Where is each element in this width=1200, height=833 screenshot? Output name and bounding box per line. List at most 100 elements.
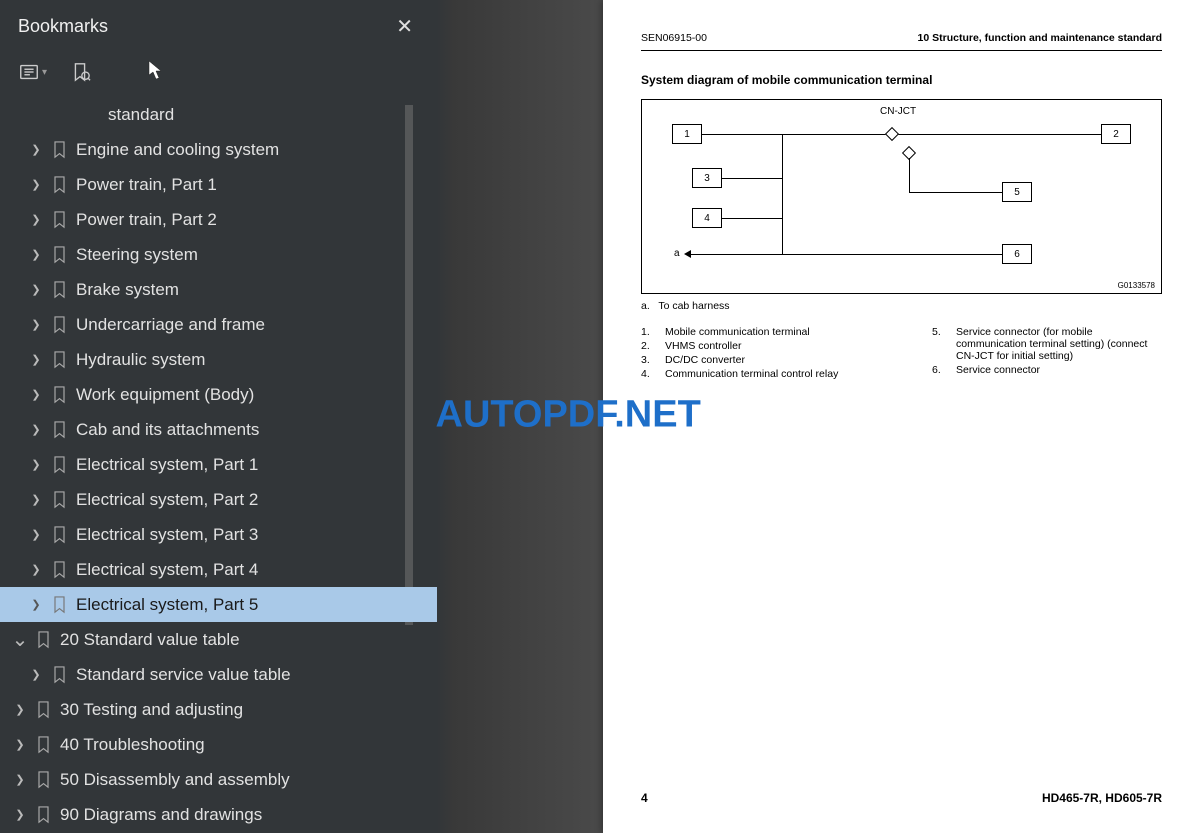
bookmark-item[interactable]: ❯ 30 Testing and adjusting [0,692,437,727]
bookmark-label: 30 Testing and adjusting [60,700,243,720]
bookmark-ribbon-icon [32,771,54,789]
bookmark-item[interactable]: ❯ 50 Disassembly and assembly [0,762,437,797]
bookmark-label: standard [108,105,174,125]
chevron-right-icon[interactable]: ❯ [24,283,48,296]
legend-num: 1. [641,326,655,338]
chevron-right-icon[interactable]: ❯ [24,388,48,401]
bookmark-label: Electrical system, Part 5 [76,595,258,615]
diagram-wire [702,134,1102,135]
legend-left: 1.Mobile communication terminal 2. VHMS co… [641,326,838,380]
system-diagram: CN-JCT 1 2 3 4 5 6 a G0133578 [641,99,1162,294]
chevron-right-icon[interactable]: ❯ [24,563,48,576]
bookmark-item[interactable]: ⌄20 Standard value table [0,622,437,657]
bookmark-label: Standard service value table [76,665,291,685]
bookmark-item[interactable]: ❯ Electrical system, Part 2 [0,482,437,517]
bookmark-item[interactable]: ❯Steering system [0,237,437,272]
options-menu-icon[interactable]: ▾ [18,61,47,83]
bookmark-item[interactable]: ❯Power train, Part 1 [0,167,437,202]
bookmark-item[interactable]: ❯ Engine and cooling system [0,132,437,167]
chevron-right-icon[interactable]: ❯ [24,178,48,191]
chevron-right-icon[interactable]: ❯ [24,143,48,156]
bookmark-ribbon-icon [48,246,70,264]
legend-num: 2. [641,340,655,352]
bookmark-item[interactable]: ❯ Electrical system, Part 5 [0,587,437,622]
sidebar-header: Bookmarks ✕ [0,0,437,51]
chevron-right-icon[interactable]: ❯ [24,353,48,366]
bookmark-tree[interactable]: standard ❯ Engine and cooling system ❯Power… [0,97,437,833]
page-number: 4 [641,791,648,805]
bookmark-item[interactable]: ❯ Electrical system, Part 4 [0,552,437,587]
chevron-right-icon[interactable]: ❯ [24,528,48,541]
pdf-page: SEN06915-00 10 Structure, function and m… [603,0,1200,833]
chevron-right-icon[interactable]: ❯ [24,213,48,226]
chevron-right-icon[interactable]: ❯ [8,738,32,751]
bookmark-ribbon-icon [48,421,70,439]
bookmark-label: Electrical system, Part 3 [76,525,258,545]
diagram-box-4: 4 [692,208,722,228]
page-footer: 4 HD465-7R, HD605-7R [641,791,1162,805]
chevron-right-icon[interactable]: ❯ [8,808,32,821]
legend-row: 6.Service connector [932,364,1162,376]
legend-text: Communication terminal control relay [665,368,838,380]
diagram-note: a. To cab harness [641,300,1162,312]
header-rule [641,50,1162,51]
bookmark-label: Electrical system, Part 4 [76,560,258,580]
bookmark-label: Electrical system, Part 2 [76,490,258,510]
diagram-box-3: 3 [692,168,722,188]
diagram-box-6: 6 [1002,244,1032,264]
bookmark-item[interactable]: ❯ Cab and its attachments [0,412,437,447]
diagram-wire [909,192,1002,193]
bookmark-label: Engine and cooling system [76,140,279,160]
diagram-box-5: 5 [1002,182,1032,202]
bookmark-ribbon-icon [32,736,54,754]
legend-text: VHMS controller [665,340,741,352]
diagram-wire [909,158,910,193]
chevron-right-icon[interactable]: ❯ [8,703,32,716]
bookmark-item[interactable]: ❯ Electrical system, Part 1 [0,447,437,482]
chevron-right-icon[interactable]: ❯ [24,493,48,506]
bookmark-ribbon-icon [48,491,70,509]
bookmark-item[interactable]: ❯ 90 Diagrams and drawings [0,797,437,832]
bookmark-ribbon-icon [48,176,70,194]
bookmark-ribbon-icon [48,141,70,159]
chevron-right-icon[interactable]: ❯ [24,458,48,471]
bookmark-item[interactable]: ❯Hydraulic system [0,342,437,377]
bookmark-label: Cab and its attachments [76,420,259,440]
diagram-wire [690,254,1002,255]
connector-label: CN-JCT [880,106,916,117]
bookmark-item[interactable]: ❯Brake system [0,272,437,307]
chevron-right-icon[interactable]: ❯ [24,318,48,331]
bookmark-item[interactable]: ❯Undercarriage and frame [0,307,437,342]
page-gutter [437,0,603,833]
find-bookmark-icon[interactable] [69,61,91,83]
legend-row: 3.DC/DC converter [641,354,838,366]
chevron-right-icon[interactable]: ❯ [24,668,48,681]
bookmark-item[interactable]: ❯Work equipment (Body) [0,377,437,412]
note-a-marker: a [674,248,680,259]
bookmark-label: 90 Diagrams and drawings [60,805,262,825]
bookmarks-sidebar: Bookmarks ✕ ▾ standard ❯ Engine and coolin… [0,0,437,833]
bookmark-item[interactable]: standard [0,97,437,132]
legend-num: 3. [641,354,655,366]
diagram-wire [722,178,782,179]
chevron-right-icon[interactable]: ❯ [24,423,48,436]
legend-num: 6. [932,364,946,376]
legend-row: 2. VHMS controller [641,340,838,352]
chevron-down-icon[interactable]: ⌄ [8,635,32,645]
bookmark-label: 50 Disassembly and assembly [60,770,290,790]
legend-row: 1.Mobile communication terminal [641,326,838,338]
chevron-right-icon[interactable]: ❯ [8,773,32,786]
bookmark-label: Electrical system, Part 1 [76,455,258,475]
bookmark-item[interactable]: ❯Power train, Part 2 [0,202,437,237]
diagram-wire [722,218,782,219]
close-icon[interactable]: ✕ [390,12,419,41]
bookmark-ribbon-icon [48,351,70,369]
chevron-down-icon: ▾ [42,67,47,78]
bookmark-item[interactable]: ❯ Standard service value table [0,657,437,692]
bookmark-item[interactable]: ❯40 Troubleshooting [0,727,437,762]
bookmark-ribbon-icon [32,701,54,719]
page-header: SEN06915-00 10 Structure, function and m… [641,32,1162,48]
chevron-right-icon[interactable]: ❯ [24,248,48,261]
chevron-right-icon[interactable]: ❯ [24,598,48,611]
bookmark-item[interactable]: ❯ Electrical system, Part 3 [0,517,437,552]
